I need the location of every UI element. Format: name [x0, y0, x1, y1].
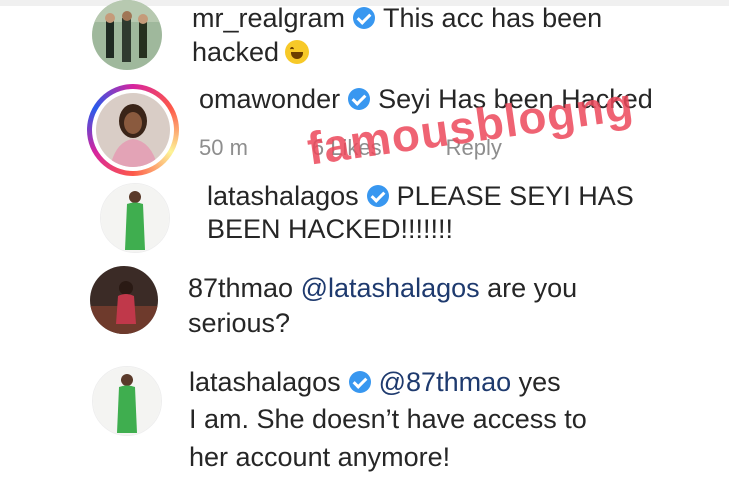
avatar-photo — [101, 184, 169, 252]
username[interactable]: latashalagos — [189, 367, 341, 397]
laughing-emoji-icon — [285, 40, 310, 64]
verified-badge-icon — [366, 185, 389, 207]
verified-badge-icon — [353, 7, 376, 29]
comment-text: PLEASE SEYI HAS — [396, 181, 634, 211]
mention-link[interactable]: @87thmao — [379, 367, 511, 397]
avatar-photo — [92, 0, 162, 70]
comment-text: This acc has been — [383, 3, 603, 33]
comment-line: latashalagos PLEASE SEYI HAS — [207, 180, 634, 212]
username[interactable]: latashalagos — [207, 181, 359, 211]
verified-badge-icon — [348, 88, 371, 110]
comment-text: BEEN HACKED!!!!!!! — [207, 214, 454, 244]
avatar[interactable] — [92, 0, 162, 70]
verified-badge-icon — [348, 371, 371, 393]
comment-text: hacked — [192, 37, 280, 67]
comment-text: serious? — [188, 308, 291, 338]
avatar[interactable] — [92, 366, 162, 436]
avatar[interactable] — [96, 93, 170, 167]
comment-line: I am. She doesn’t have access to — [189, 403, 587, 435]
avatar-photo — [90, 266, 158, 334]
avatar-photo — [96, 93, 170, 167]
username[interactable]: mr_realgram — [192, 3, 345, 33]
comment-line: serious? — [188, 307, 290, 339]
avatar[interactable] — [90, 266, 158, 334]
comment-time: 50 m — [199, 135, 248, 160]
comment-text: are you — [487, 273, 578, 303]
comment-line: 87thmao @latashalagos are you — [188, 272, 577, 304]
comment-text: her account anymore! — [189, 442, 451, 472]
username[interactable]: omawonder — [199, 84, 340, 114]
comment-line: hacked — [192, 36, 310, 68]
comment-text: yes — [518, 367, 561, 397]
comment-line: latashalagos @87thmao yes — [189, 366, 561, 398]
avatar[interactable] — [100, 183, 170, 253]
comment-line: BEEN HACKED!!!!!!! — [207, 213, 453, 245]
mention-link[interactable]: @latashalagos — [301, 273, 480, 303]
avatar-photo — [93, 367, 161, 435]
username[interactable]: 87thmao — [188, 273, 293, 303]
comment-line: her account anymore! — [189, 441, 450, 473]
comment-text: I am. She doesn’t have access to — [189, 404, 587, 434]
comment-line: mr_realgram This acc has been — [192, 2, 602, 34]
